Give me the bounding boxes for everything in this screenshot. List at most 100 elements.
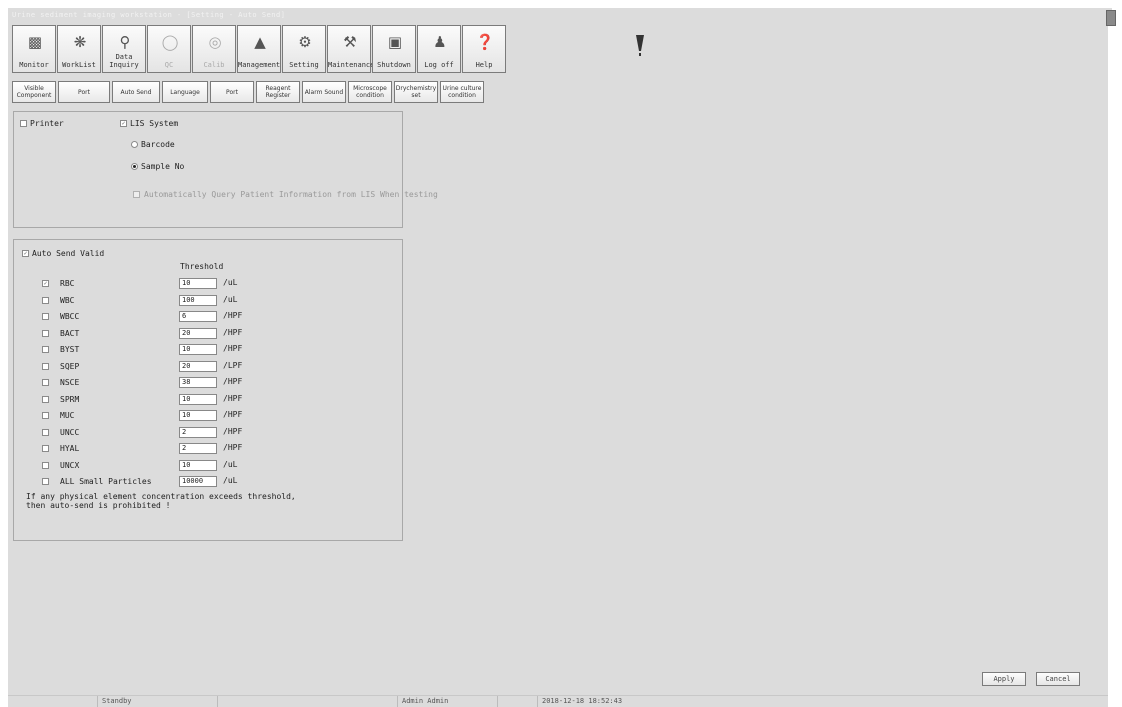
tab-alarm-sound[interactable]: Alarm Sound xyxy=(302,81,346,103)
tab-reagent-register[interactable]: Reagent Register xyxy=(256,81,300,103)
row-checkbox[interactable]: ✓ xyxy=(42,280,49,287)
row-checkbox[interactable] xyxy=(42,297,49,304)
apply-button[interactable]: Apply xyxy=(982,672,1026,686)
row-name: RBC xyxy=(60,279,75,288)
threshold-input[interactable]: 10 xyxy=(179,344,217,355)
row-name: SPRM xyxy=(60,395,80,404)
printer-label: Printer xyxy=(30,119,64,128)
row-checkbox[interactable] xyxy=(42,462,49,469)
threshold-input[interactable]: 6 xyxy=(179,311,217,322)
row-checkbox[interactable] xyxy=(42,379,49,386)
row-unit: /HPF xyxy=(223,344,243,353)
user-icon: ▲ xyxy=(254,33,266,51)
cancel-button[interactable]: Cancel xyxy=(1036,672,1080,686)
data-inquiry-button[interactable]: ⚲ Data Inquiry xyxy=(102,25,146,73)
status-cell-empty-2 xyxy=(218,696,398,707)
row-checkbox[interactable] xyxy=(42,445,49,452)
prohibit-note-line-2: then auto-send is prohibited ! xyxy=(26,501,171,510)
management-button[interactable]: ▲ Management xyxy=(237,25,281,73)
row-unit: /HPF xyxy=(223,394,243,403)
send-target-panel: Printer ✓ LIS System Barcode Sample No A… xyxy=(13,111,438,228)
tab-port-2[interactable]: Port xyxy=(210,81,254,103)
power-icon: ▣ xyxy=(387,33,403,51)
threshold-input[interactable]: 100 xyxy=(179,295,217,306)
row-name: HYAL xyxy=(60,444,80,453)
row-name: UNCX xyxy=(60,461,80,470)
shutdown-button[interactable]: ▣ Shutdown xyxy=(372,25,416,73)
status-state: Standby xyxy=(98,696,218,707)
help-button[interactable]: ❓ Help xyxy=(462,25,506,73)
alarm-flag-icon xyxy=(636,35,644,56)
tab-port[interactable]: Port xyxy=(58,81,110,103)
lis-system-label: LIS System xyxy=(130,119,179,128)
calib-button[interactable]: ◎ Calib xyxy=(192,25,236,73)
help-button-label: Help xyxy=(475,61,493,69)
tab-microscope-condition[interactable]: Microscope condition xyxy=(348,81,392,103)
tab-urine-culture-condition[interactable]: Urine culture condition xyxy=(440,81,484,103)
row-unit: /HPF xyxy=(223,427,243,436)
maintenance-button[interactable]: ⚒ Maintenance xyxy=(327,25,375,73)
row-unit: /HPF xyxy=(223,311,243,320)
barcode-label: Barcode xyxy=(141,140,175,149)
calib-button-label: Calib xyxy=(203,61,225,69)
tools-icon: ⚒ xyxy=(343,33,357,51)
row-unit: /uL xyxy=(223,278,238,287)
row-checkbox[interactable] xyxy=(42,396,49,403)
threshold-input[interactable]: 2 xyxy=(179,443,217,454)
tab-language[interactable]: Language xyxy=(162,81,208,103)
lis-system-checkbox[interactable]: ✓ xyxy=(120,120,127,127)
worklist-button[interactable]: ❋ WorkList xyxy=(57,25,101,73)
row-checkbox[interactable] xyxy=(42,429,49,436)
tab-visible-component[interactable]: Visible Component xyxy=(12,81,56,103)
threshold-input[interactable]: 38 xyxy=(179,377,217,388)
row-unit: /uL xyxy=(223,295,238,304)
threshold-input[interactable]: 10 xyxy=(179,278,217,289)
threshold-input[interactable]: 2 xyxy=(179,427,217,438)
row-checkbox[interactable] xyxy=(42,346,49,353)
setting-button-label: Setting xyxy=(289,61,319,69)
magnifier-icon: ⚲ xyxy=(119,33,131,51)
threshold-input[interactable]: 10 xyxy=(179,460,217,471)
row-name: BACT xyxy=(60,329,80,338)
tab-auto-send[interactable]: Auto Send xyxy=(112,81,160,103)
row-checkbox[interactable] xyxy=(42,330,49,337)
threshold-input[interactable]: 10 xyxy=(179,394,217,405)
threshold-header: Threshold xyxy=(180,262,224,271)
setting-button[interactable]: ⚙ Setting xyxy=(282,25,326,73)
sample-no-radio[interactable] xyxy=(131,163,138,170)
monitor-button[interactable]: ▩ Monitor xyxy=(12,25,56,73)
auto-send-valid-label: Auto Send Valid xyxy=(32,249,105,258)
window-corner-button[interactable] xyxy=(1106,10,1116,26)
prohibit-note-line-1: If any physical element concentration ex… xyxy=(26,492,296,501)
row-checkbox[interactable] xyxy=(42,363,49,370)
row-checkbox[interactable] xyxy=(42,478,49,485)
row-unit: /HPF xyxy=(223,377,243,386)
status-datetime: 2018-12-18 18:52:43 xyxy=(542,697,623,705)
row-checkbox[interactable] xyxy=(42,412,49,419)
threshold-input[interactable]: 20 xyxy=(179,328,217,339)
qc-icon: ◯ xyxy=(161,33,179,51)
auto-send-valid-checkbox[interactable]: ✓ xyxy=(22,250,29,257)
auto-query-checkbox[interactable] xyxy=(133,191,140,198)
qc-button-label: QC xyxy=(164,61,174,69)
barcode-radio[interactable] xyxy=(131,141,138,148)
help-icon: ❓ xyxy=(475,33,495,51)
row-checkbox[interactable] xyxy=(42,313,49,320)
application-window: Urine sediment imaging workstation - [Se… xyxy=(8,8,1116,707)
tab-drychemistry-set[interactable]: Drychemistry set xyxy=(394,81,438,103)
threshold-input[interactable]: 20 xyxy=(179,361,217,372)
window-title: Urine sediment imaging workstation - [Se… xyxy=(8,8,1112,22)
status-user: Admin Admin xyxy=(398,696,498,707)
maintenance-button-label: Maintenance xyxy=(328,61,375,69)
printer-checkbox[interactable] xyxy=(20,120,27,127)
qc-button[interactable]: ◯ QC xyxy=(147,25,191,73)
calib-icon: ◎ xyxy=(208,33,222,51)
row-name: MUC xyxy=(60,411,75,420)
row-unit: /HPF xyxy=(223,328,243,337)
threshold-input[interactable]: 10 xyxy=(179,410,217,421)
log-off-button[interactable]: ♟ Log off xyxy=(417,25,461,73)
row-name: BYST xyxy=(60,345,80,354)
threshold-input[interactable]: 10000 xyxy=(179,476,217,487)
row-unit: /uL xyxy=(223,476,238,485)
worklist-button-label: WorkList xyxy=(62,61,96,69)
